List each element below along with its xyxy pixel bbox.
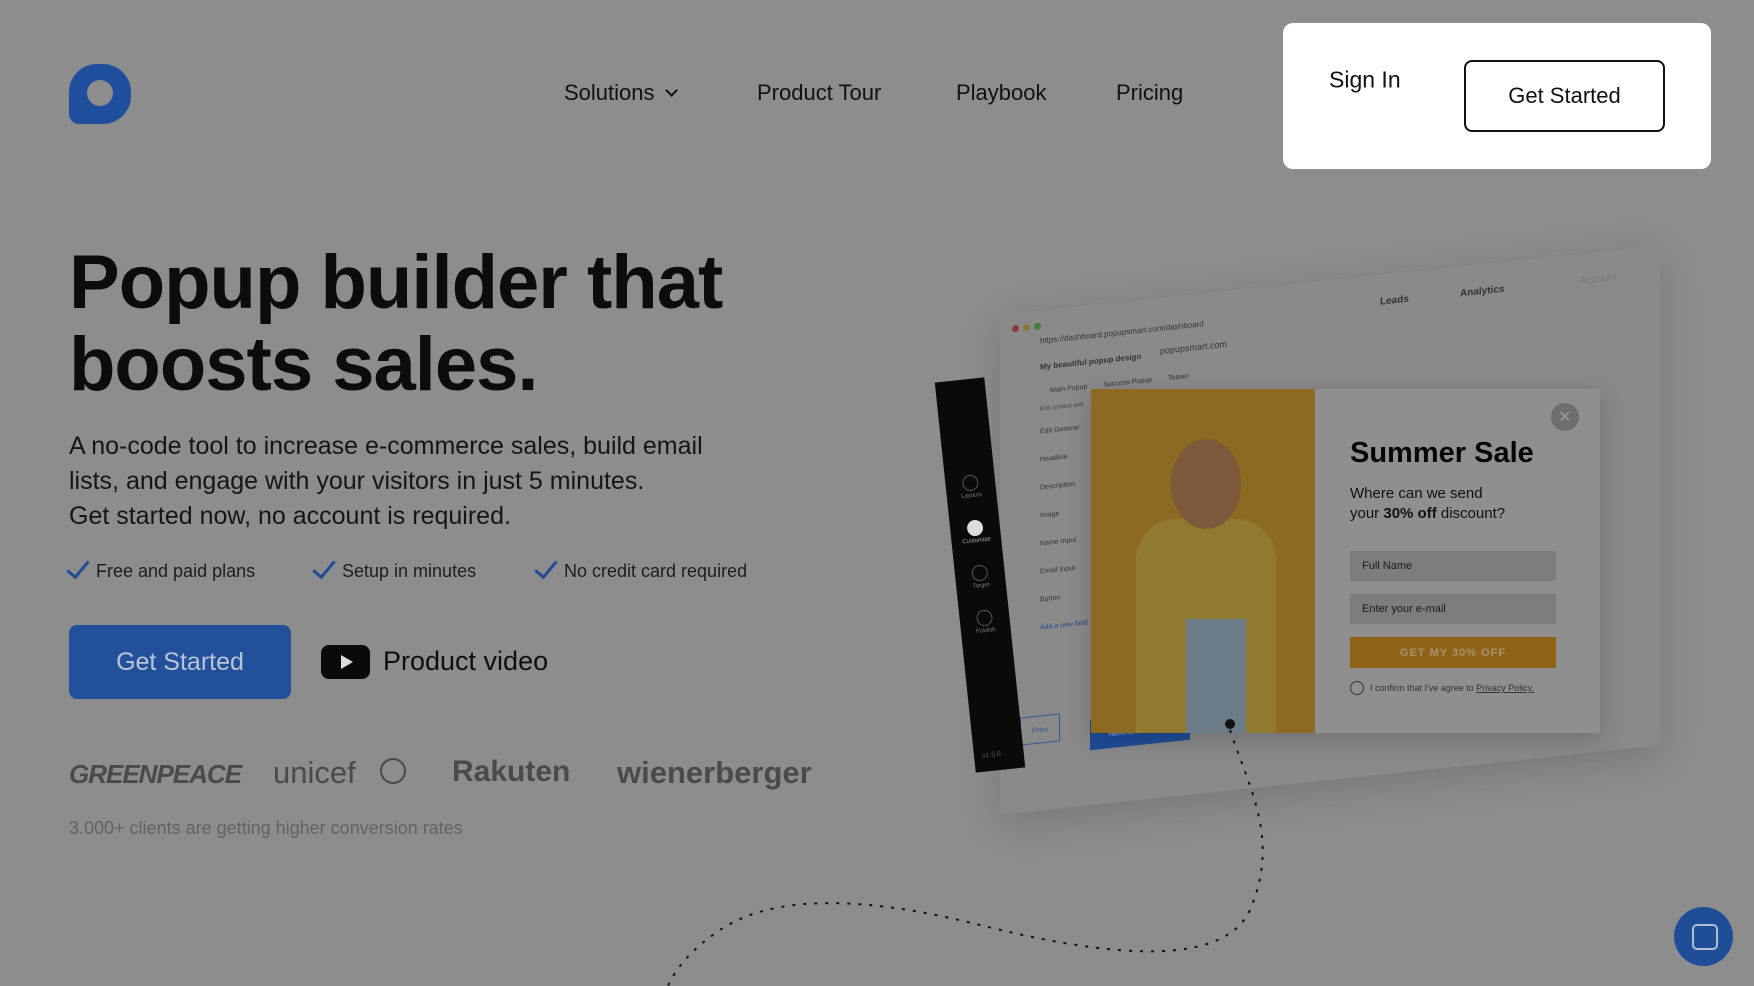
dotted-path-decoration	[667, 719, 1264, 986]
chat-widget-button[interactable]	[1674, 907, 1733, 966]
